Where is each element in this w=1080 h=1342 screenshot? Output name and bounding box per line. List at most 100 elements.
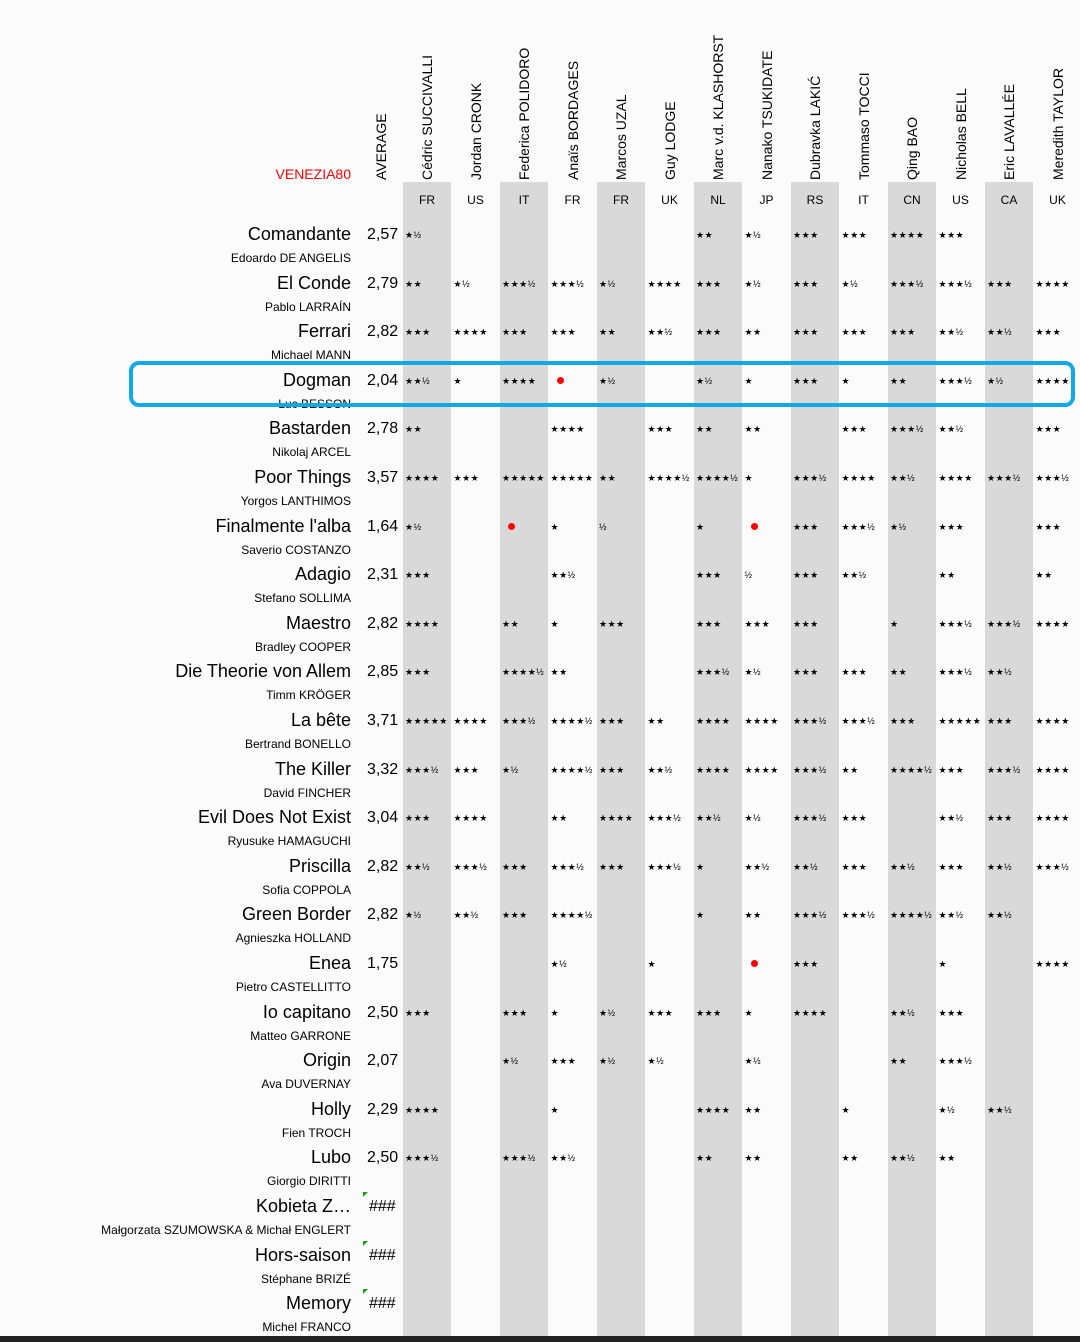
film-director: Bertrand BONELLO	[244, 737, 351, 751]
rating-cell: ★★★★	[744, 764, 779, 775]
critic-name: Eric LAVALLÉE	[1001, 84, 1017, 180]
rating-cell: ★★★★	[793, 1007, 828, 1018]
rating-cell: ★★½	[890, 861, 916, 872]
rating-cell: ★½	[405, 910, 422, 921]
rating-cell: ★★★★½	[550, 716, 593, 726]
rating-cell: ★★★	[938, 861, 965, 872]
rating-cell: ★★★★	[1035, 813, 1070, 824]
film-average: 2,85	[367, 663, 399, 681]
red-dot-icon	[508, 522, 515, 530]
rating-cell: ★★★½	[647, 861, 682, 872]
rating-cell: ★★★	[793, 278, 819, 289]
film-title: Bastarden	[268, 418, 351, 439]
rating-cell: ★★	[696, 230, 714, 240]
rating-cell: ★★★	[987, 716, 1013, 726]
critic-country: CN	[903, 193, 921, 207]
rating-cell: ★★½	[550, 1153, 576, 1164]
rating-cell: ★★★★	[405, 473, 440, 483]
rating-cell: ★★★	[744, 618, 771, 629]
rating-cell: ★★	[938, 570, 956, 581]
rating-cell: ★	[550, 521, 560, 532]
film-director: Michel FRANCO	[262, 1320, 351, 1335]
rating-cell: ★★★	[599, 764, 625, 775]
rating-cell: ★★★★	[696, 764, 731, 775]
film-director: Giorgio DIRITTI	[266, 1174, 351, 1189]
rating-cell: ★½	[599, 1056, 616, 1067]
rating-cell: ★★★½	[890, 278, 924, 289]
film-average: 2,79	[367, 274, 399, 292]
rating-cell: ★★★	[1035, 424, 1062, 435]
rating-cell: ★★★	[647, 1007, 674, 1018]
film-director: Fien TROCH	[281, 1125, 351, 1140]
film-average: 2,31	[367, 566, 399, 584]
rating-cell: ★★★	[550, 327, 577, 338]
comment-flag-icon	[363, 1289, 368, 1295]
rating-cell: ★★★	[696, 570, 722, 581]
rating-cell: ★★½	[890, 473, 916, 483]
rating-cell: ★★★★½	[550, 764, 593, 775]
rating-cell: ★★★½	[502, 1153, 536, 1164]
rating-cell: ★★★½	[890, 424, 924, 435]
rating-cell: ★★★	[453, 473, 480, 483]
rating-cell: ★★	[938, 1153, 956, 1164]
rating-cell: ★★★	[405, 1007, 431, 1018]
critic-country: FR	[564, 193, 581, 207]
rating-cell: ★★½	[987, 910, 1013, 921]
comment-flag-icon	[363, 1192, 368, 1197]
rating-cell: ★★★	[696, 618, 722, 629]
rating-cell	[743, 959, 791, 969]
rating-cell: ★★★½	[938, 278, 973, 289]
rating-cell: ★½	[938, 1104, 956, 1115]
rating-cell: ★★½	[938, 910, 964, 921]
rating-cell: ★★★	[938, 521, 965, 532]
film-average: 1,75	[367, 955, 399, 972]
film-average: ###	[369, 1198, 396, 1215]
rating-cell: ★	[696, 861, 705, 872]
film-director: Matteo GARRONE	[250, 1028, 351, 1043]
rating-cell: ★★★★	[550, 424, 585, 435]
rating-cell: ★½	[502, 1056, 519, 1067]
rating-cell: ★★★	[793, 959, 819, 969]
rating-cell: ★★★★½	[647, 473, 690, 483]
rating-cell: ★★★	[696, 327, 722, 338]
bottom-bar	[0, 1336, 1080, 1342]
film-director: David FINCHER	[263, 785, 351, 800]
rating-cell: ★★½	[938, 813, 964, 824]
rating-cell: ★★★	[793, 570, 819, 581]
film-title: Maestro	[285, 612, 351, 633]
rating-cell: ★★½	[938, 424, 964, 435]
rating-cell: ★★★½	[793, 910, 827, 921]
critic-country: NL	[710, 193, 726, 207]
rating-cell: ★★½	[987, 1104, 1013, 1115]
rating-cell: ★★★½	[1035, 861, 1070, 872]
film-title: La bête	[290, 710, 351, 730]
rating-cell: ★★★★	[744, 716, 779, 726]
film-director: Ava DUVERNAY	[261, 1077, 351, 1092]
critic-country: UK	[1049, 193, 1066, 207]
rating-cell: ★★½	[987, 327, 1013, 338]
rating-cell: ★★★★	[599, 813, 634, 824]
film-title: Kobieta Z…	[255, 1196, 351, 1216]
rating-cell: ★★★	[405, 327, 431, 338]
rating-cell: ★★★★	[890, 230, 925, 240]
rating-cell: ★★★	[502, 910, 528, 921]
rating-cell: ★½	[744, 278, 762, 289]
rating-cell: ★	[647, 959, 657, 969]
rating-cell: ★½	[453, 278, 471, 289]
rating-cell: ★★★	[987, 278, 1013, 289]
critic-name: Marcos UZAL	[613, 94, 629, 180]
rating-cell: ★★½	[744, 861, 770, 872]
rating-cell: ★★★★	[1035, 764, 1070, 775]
rating-cell: ★½	[405, 521, 422, 532]
column-band	[597, 182, 645, 1342]
rating-cell: ★★★	[550, 1056, 577, 1067]
rating-cell: ★★★	[502, 327, 528, 338]
rating-cell: ★★★★½	[890, 910, 933, 921]
rating-cell	[743, 522, 791, 532]
rating-cell: ★★★	[841, 230, 868, 240]
rating-cell: ★★	[405, 424, 423, 435]
rating-cell: ★★★★	[841, 473, 876, 483]
rating-cell: ★★★★½	[502, 667, 545, 678]
rating-cell: ★★½	[938, 327, 964, 338]
rating-cell: ★★★	[793, 230, 819, 240]
